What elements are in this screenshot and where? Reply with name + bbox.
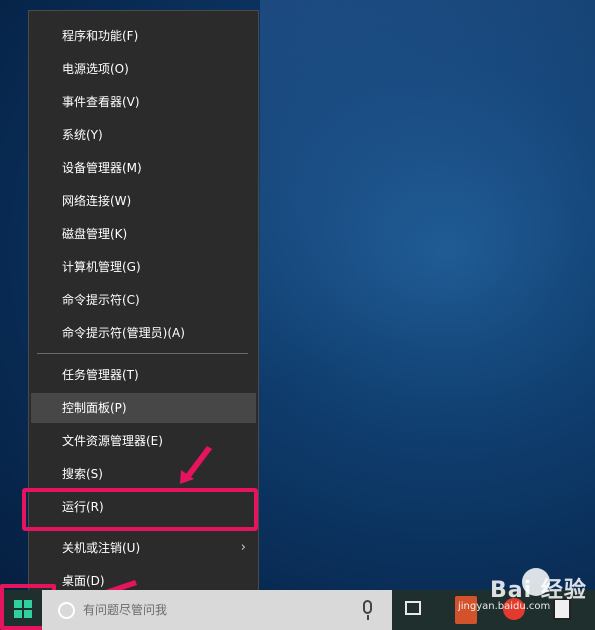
watermark-url: jingyan.baidu.com <box>458 601 551 612</box>
microphone-stem <box>367 615 369 620</box>
microphone-icon[interactable] <box>363 600 372 614</box>
search-placeholder: 有问题尽管问我 <box>83 603 168 617</box>
annotation-arrows <box>60 446 212 608</box>
watermark-brand: Bai 经验 <box>490 578 587 603</box>
task-view-icon[interactable] <box>405 601 421 615</box>
arrow-to-run-icon <box>180 446 212 484</box>
search-circle-icon <box>58 602 75 619</box>
